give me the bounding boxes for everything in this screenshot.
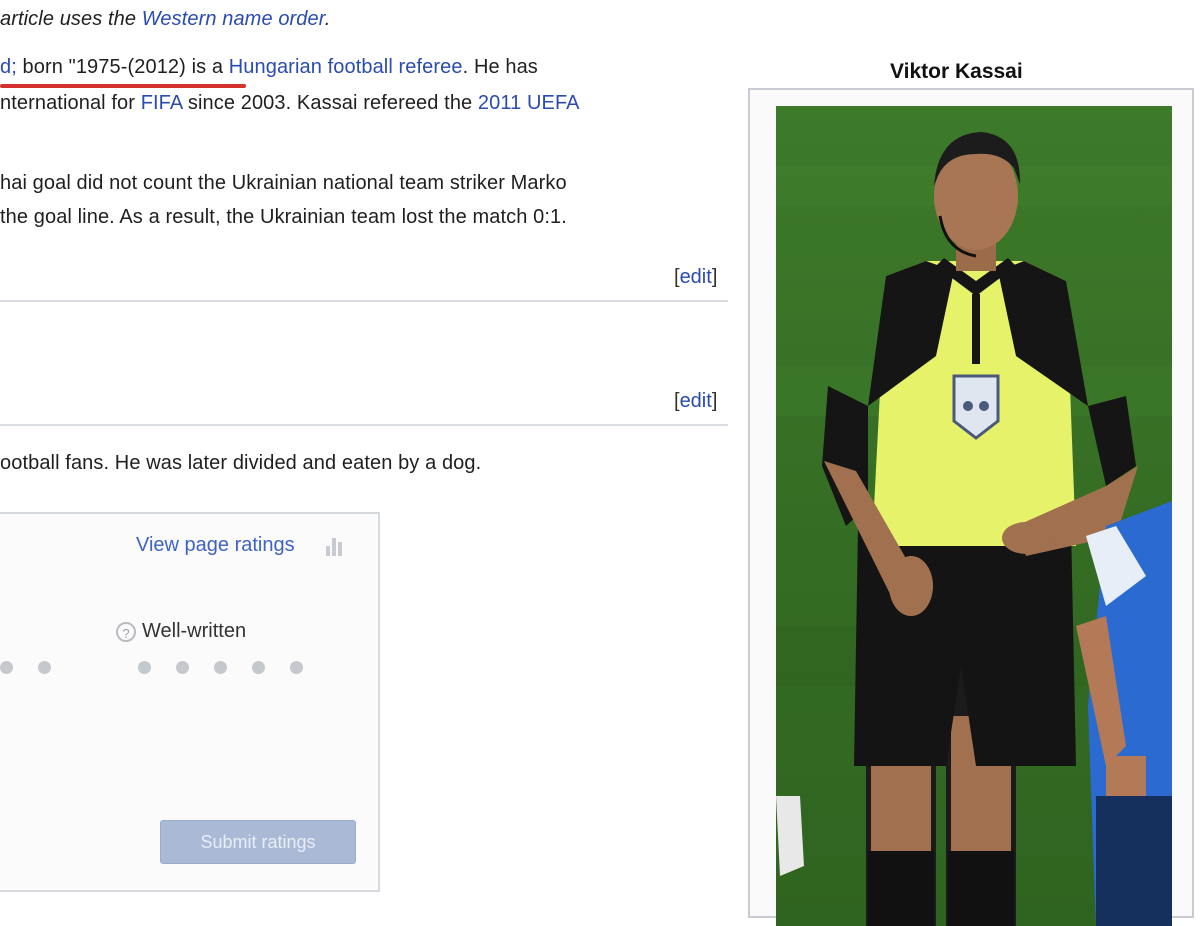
- fifa-link[interactable]: FIFA: [141, 92, 183, 114]
- article-feedback-panel: View page ratings ? Well-written Submit …: [0, 512, 380, 892]
- bracket: ]: [711, 390, 718, 412]
- bar-chart-icon: [326, 536, 348, 556]
- rating-star-3[interactable]: [214, 661, 227, 674]
- hungarian-football-referee-link[interactable]: Hungarian football referee: [229, 56, 463, 78]
- inline-link[interactable]: d;: [0, 56, 17, 78]
- line-tail-text: . He has: [462, 56, 538, 78]
- rating-star-1[interactable]: [138, 661, 151, 674]
- edit-label[interactable]: edit: [680, 390, 712, 412]
- article-line-3: nternational for FIFA since 2003. Kassai…: [0, 92, 580, 115]
- bracket: ]: [711, 266, 718, 288]
- uefa-2011-link[interactable]: 2011 UEFA: [478, 92, 580, 114]
- well-written-label: Well-written: [142, 620, 247, 642]
- edit-section-link-2[interactable]: [edit]: [674, 390, 717, 413]
- article-line-5: the goal line. As a result, the Ukrainia…: [0, 206, 567, 228]
- western-name-order-link[interactable]: Western name order: [142, 8, 325, 30]
- article-line-4: hai goal did not count the Ukrainian nat…: [0, 172, 567, 194]
- view-page-ratings-link[interactable]: View page ratings: [136, 534, 295, 557]
- punctuation: .: [324, 8, 331, 30]
- edit-label[interactable]: edit: [680, 266, 712, 288]
- question-circle-icon[interactable]: ?: [116, 622, 136, 642]
- red-highlight-underline: [0, 84, 246, 88]
- article-line-6: ootball fans. He was later divided and e…: [0, 452, 482, 474]
- infobox: [748, 88, 1194, 926]
- rating-star-left-2[interactable]: [38, 661, 51, 674]
- submit-ratings-button[interactable]: Submit ratings: [160, 820, 356, 864]
- infobox-title: Viktor Kassai: [890, 60, 1023, 83]
- rating-star-2[interactable]: [176, 661, 189, 674]
- referee-photo[interactable]: [776, 106, 1172, 926]
- section-divider-1: [0, 300, 728, 302]
- name-order-text: article uses the: [0, 8, 142, 30]
- rating-star-4[interactable]: [252, 661, 265, 674]
- edit-section-link-1[interactable]: [edit]: [674, 266, 717, 289]
- article-line-2: d; born "1975-(2012) is a Hungarian foot…: [0, 56, 538, 79]
- connector-text: is a: [185, 56, 229, 78]
- refereed-text: since 2003. Kassai refereed the: [182, 92, 478, 114]
- section-divider-2: [0, 424, 728, 426]
- rating-star-5[interactable]: [290, 661, 303, 674]
- international-text: nternational for: [0, 92, 141, 114]
- article-line-1: article uses the Western name order.: [0, 8, 330, 31]
- rating-star-left-1[interactable]: [0, 661, 13, 674]
- birth-text: born "1975-(2012): [16, 56, 186, 78]
